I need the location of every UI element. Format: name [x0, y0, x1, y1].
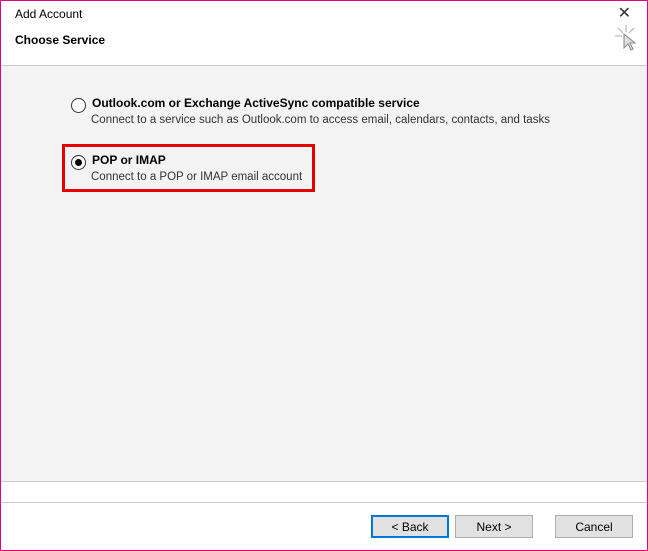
option-pop-desc: Connect to a POP or IMAP email account: [91, 171, 302, 183]
back-button[interactable]: < Back: [371, 515, 449, 538]
next-button[interactable]: Next >: [455, 515, 533, 538]
option-pop-imap[interactable]: POP or IMAP Connect to a POP or IMAP ema…: [71, 153, 302, 183]
window-title: Add Account: [15, 7, 82, 21]
header: Choose Service: [1, 23, 647, 65]
page-title: Choose Service: [15, 33, 105, 47]
option-outlook-desc: Connect to a service such as Outlook.com…: [91, 114, 550, 126]
option-pop-title: POP or IMAP: [92, 153, 166, 167]
cancel-button[interactable]: Cancel: [555, 515, 633, 538]
titlebar: Add Account ✕: [1, 1, 647, 23]
cursor-icon: [615, 25, 637, 54]
option-outlook[interactable]: Outlook.com or Exchange ActiveSync compa…: [71, 96, 627, 126]
highlight-box: POP or IMAP Connect to a POP or IMAP ema…: [62, 144, 315, 192]
close-icon[interactable]: ✕: [614, 7, 635, 21]
divider-bottom: [1, 481, 647, 482]
radio-pop-imap[interactable]: [71, 155, 86, 170]
content-area: Outlook.com or Exchange ActiveSync compa…: [1, 66, 647, 481]
option-outlook-title: Outlook.com or Exchange ActiveSync compa…: [92, 96, 420, 110]
radio-outlook[interactable]: [71, 98, 86, 113]
footer: < Back Next > Cancel: [1, 502, 647, 550]
